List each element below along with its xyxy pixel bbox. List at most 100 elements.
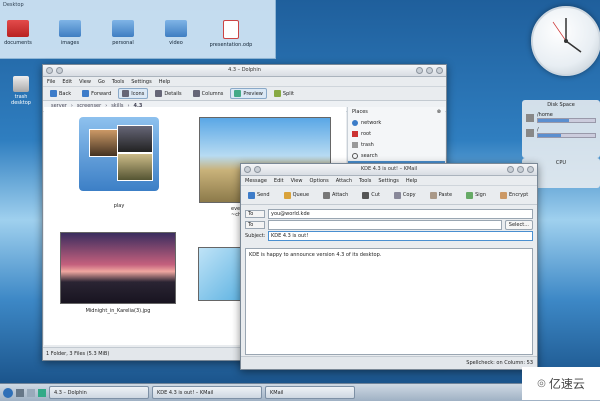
desktop-item-documents[interactable]: documents (0, 20, 44, 46)
file-item-midnight[interactable]: Midnight_in_Karelia(3).jpg (58, 232, 178, 314)
file-item-partial[interactable] (197, 247, 245, 301)
menu-edit[interactable]: Edit (62, 79, 72, 85)
select-value: To (248, 221, 254, 228)
select-value: To (248, 210, 254, 217)
copy-icon (393, 191, 401, 199)
place-label: search (361, 152, 378, 159)
to2-field[interactable] (268, 219, 502, 230)
place-root[interactable]: root (348, 128, 445, 139)
queue-button[interactable]: Queue (280, 190, 313, 201)
attach-icon (323, 191, 331, 199)
network-icon (352, 119, 358, 126)
columns-view-icon (192, 90, 200, 97)
desktop-item-trash[interactable]: trash desktop (4, 76, 38, 106)
recipient-type-select[interactable]: To (245, 220, 265, 229)
desktop-icon[interactable] (16, 388, 24, 397)
select-recipients-button[interactable]: Select... (504, 219, 533, 230)
disk-space-title: Disk Space (547, 102, 575, 108)
desktop-item-personal[interactable]: personal (97, 20, 149, 46)
clock-face-icon (552, 18, 582, 53)
folder-icon (79, 117, 159, 191)
places-header: Places ⊗ (348, 107, 445, 117)
desktop-item-presentation[interactable]: presentation.odp (203, 20, 259, 48)
button-label: Forward (91, 90, 112, 97)
dolphin-menubar: File Edit View Go Tools Settings Help (43, 77, 446, 87)
place-trash[interactable]: trash (348, 139, 445, 150)
columns-view-button[interactable]: Columns (189, 88, 228, 99)
place-network[interactable]: network (348, 117, 445, 128)
button-label: Preview (243, 90, 263, 97)
copy-button[interactable]: Copy (390, 190, 420, 201)
encrypt-button[interactable]: Encrypt (496, 190, 532, 201)
close-icon[interactable] (436, 67, 443, 74)
menu-help[interactable]: Help (406, 178, 417, 184)
task-dolphin[interactable]: 4.3 – Dolphin (49, 386, 149, 399)
cut-button[interactable]: Cut (358, 190, 384, 201)
subject-field[interactable]: KDE 4.3 is out! (268, 230, 533, 241)
menu-view[interactable]: View (79, 79, 91, 85)
to-field[interactable]: you@world.kde (268, 208, 533, 219)
disk-usage-bar (538, 134, 561, 137)
button-label: Select... (508, 221, 529, 228)
drive-icon (526, 128, 534, 137)
folder-view-widget: Desktop documents images personal video … (0, 0, 276, 59)
menu-go[interactable]: Go (98, 79, 105, 85)
message-body-editor[interactable]: KDE is happy to announce version 4.3 of … (245, 248, 533, 355)
icons-view-button[interactable]: Icons (118, 88, 149, 99)
menu-view[interactable]: View (291, 178, 303, 184)
menu-settings[interactable]: Settings (378, 178, 399, 184)
file-item-play[interactable]: play (74, 117, 164, 209)
kmail-titlebar[interactable]: KDE 4.3 is out! – KMail (241, 164, 537, 176)
root-folder-icon (352, 130, 358, 137)
desktop-item-images[interactable]: images (44, 20, 96, 46)
menu-edit[interactable]: Edit (274, 178, 284, 184)
place-label: root (361, 130, 372, 137)
task-kmail-composer[interactable]: KDE 4.3 is out! – KMail (152, 386, 262, 399)
menu-attach[interactable]: Attach (336, 178, 352, 184)
menu-message[interactable]: Message (245, 178, 267, 184)
details-view-icon (155, 90, 163, 97)
maximize-icon[interactable] (426, 67, 433, 74)
attach-button[interactable]: Attach (319, 190, 352, 201)
folder-icon[interactable] (27, 388, 35, 397)
back-button[interactable]: Back (46, 88, 75, 99)
close-icon[interactable]: ⊗ (437, 109, 441, 115)
send-button[interactable]: Send (244, 190, 274, 201)
forward-button[interactable]: Forward (78, 88, 115, 99)
split-button[interactable]: Split (270, 88, 298, 99)
menu-options[interactable]: Options (309, 178, 328, 184)
button-label: Copy (402, 192, 416, 198)
subject-row: Subject: KDE 4.3 is out! (241, 230, 537, 241)
preview-icon (234, 90, 242, 97)
image-thumbnail (60, 232, 176, 304)
desktop-item-video[interactable]: video (150, 20, 202, 46)
menu-help[interactable]: Help (159, 79, 170, 85)
menu-tools[interactable]: Tools (112, 79, 124, 85)
menu-settings[interactable]: Settings (131, 79, 152, 85)
task-kmail[interactable]: KMail (265, 386, 355, 399)
button-label: Attach (332, 192, 349, 198)
window-title: 4.3 – Dolphin (228, 67, 261, 73)
recipient-type-select[interactable]: To (245, 209, 265, 218)
cut-icon (362, 191, 370, 199)
menu-tools[interactable]: Tools (359, 178, 371, 184)
details-view-button[interactable]: Details (151, 88, 185, 99)
close-icon[interactable] (527, 166, 534, 173)
kde-menu-icon[interactable] (3, 387, 13, 398)
task-label: KDE 4.3 is out! – KMail (157, 389, 214, 396)
places-title: Places (352, 109, 368, 115)
file-name: play (113, 203, 125, 209)
maximize-icon[interactable] (517, 166, 524, 173)
paste-button[interactable]: Paste (426, 190, 457, 201)
taskbar: 4.3 – Dolphin KDE 4.3 is out! – KMail KM… (0, 383, 600, 401)
dolphin-titlebar[interactable]: 4.3 – Dolphin (43, 65, 446, 77)
preview-button[interactable]: Preview (230, 88, 267, 99)
sign-button[interactable]: Sign (462, 190, 490, 201)
place-search[interactable]: search (348, 150, 445, 161)
minimize-icon[interactable] (416, 67, 423, 74)
menu-file[interactable]: File (47, 79, 55, 85)
browser-icon[interactable] (38, 388, 46, 397)
button-label: Split (282, 90, 294, 97)
minimize-icon[interactable] (507, 166, 514, 173)
kmail-menubar: Message Edit View Options Attach Tools S… (241, 176, 537, 186)
